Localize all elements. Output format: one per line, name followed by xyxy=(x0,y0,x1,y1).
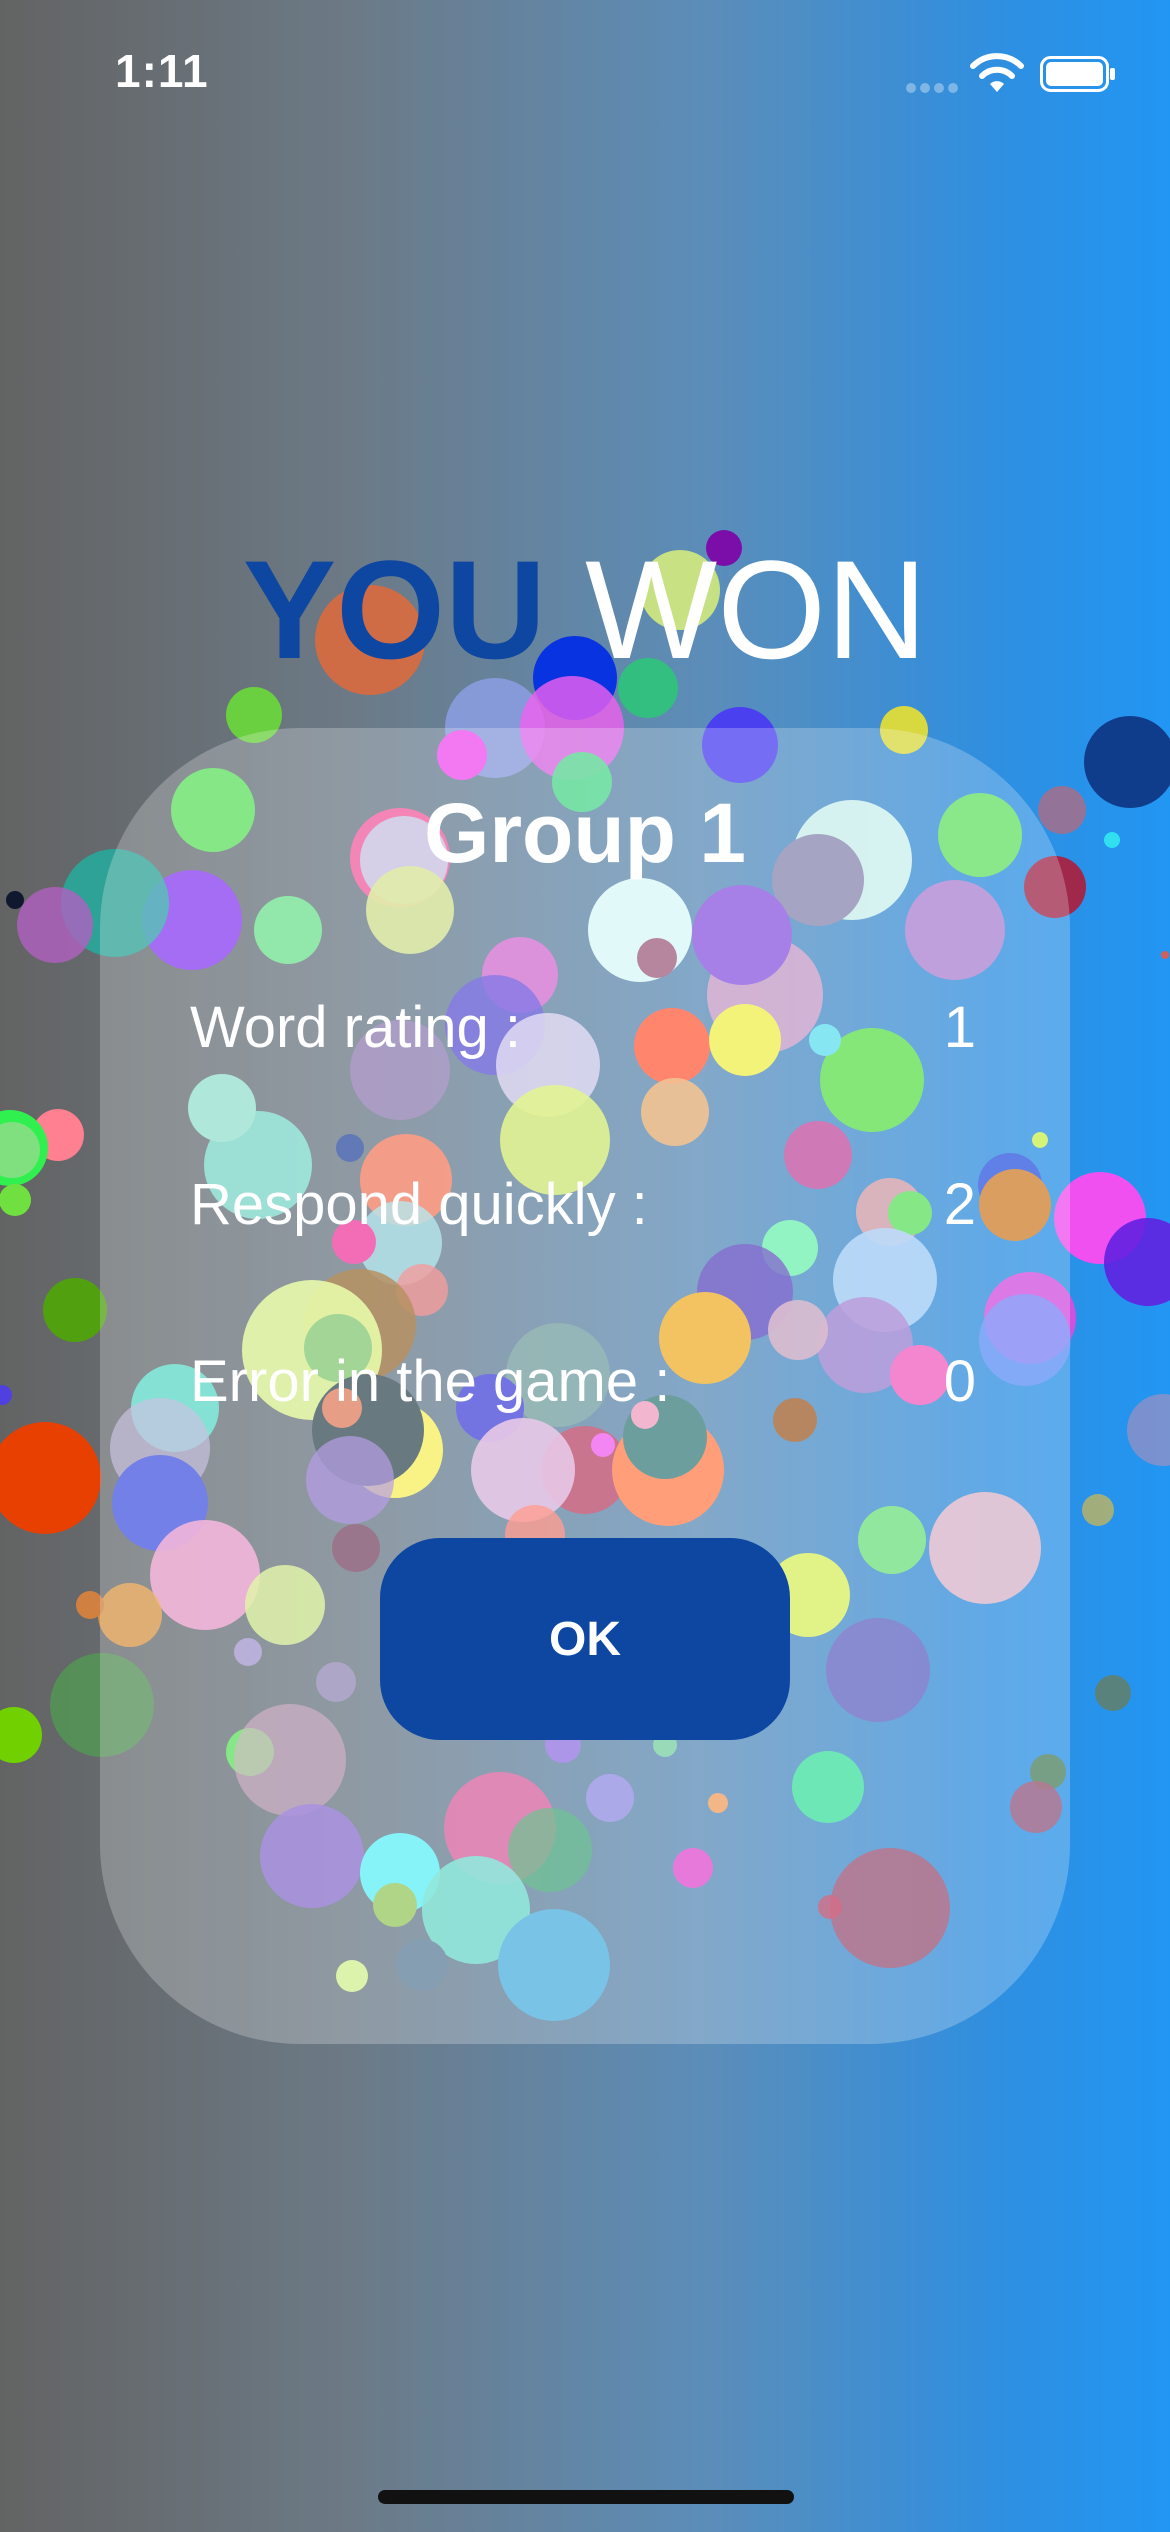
stat-label-error-in-game: Error in the game : xyxy=(190,1349,671,1414)
title-you: YOU xyxy=(242,531,547,688)
ok-button[interactable]: OK xyxy=(380,1538,790,1740)
win-title: YOU WON xyxy=(0,535,1170,685)
stat-label-respond-quickly: Respond quickly : xyxy=(190,1172,648,1237)
title-won: WON xyxy=(585,531,928,688)
group-title: Group 1 xyxy=(423,786,746,880)
stat-value-word-rating: 1 xyxy=(943,995,976,1060)
stat-value-error-in-game: 0 xyxy=(943,1349,976,1414)
stat-label-word-rating: Word rating : xyxy=(190,995,521,1060)
stat-value-respond-quickly: 2 xyxy=(943,1172,976,1237)
home-indicator[interactable] xyxy=(378,2490,794,2504)
